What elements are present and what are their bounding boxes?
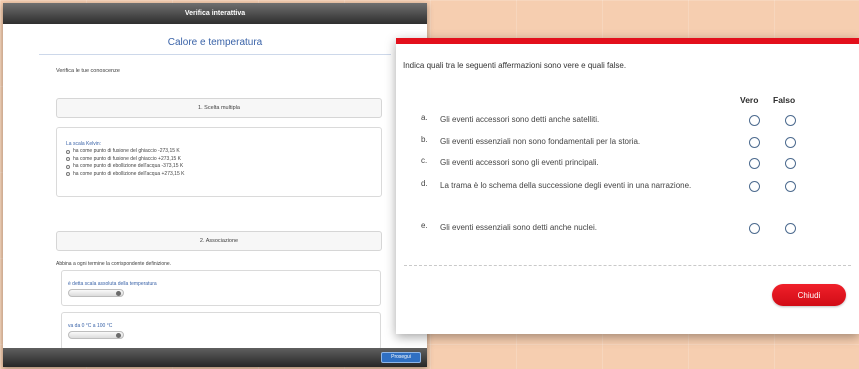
answer-option[interactable]: ha come punto di ebollizione dell'acqua … (66, 171, 381, 179)
true-radio[interactable] (749, 115, 760, 126)
continue-button[interactable]: Prosegui (381, 352, 421, 363)
answer-option[interactable]: ha come punto di fusione del ghiaccio -2… (66, 148, 381, 156)
radio-icon (66, 149, 70, 154)
dialog-accent-bar (396, 38, 859, 44)
statement-text: La trama è lo schema della successione d… (440, 181, 692, 190)
answer-option[interactable]: ha come punto di ebollizione dell'acqua … (66, 163, 381, 171)
true-false-dialog: Indica quali tra le seguenti affermazion… (396, 38, 859, 334)
quiz-window: Verifica interattiva Calore e temperatur… (3, 3, 427, 367)
section-header-association: 2. Associazione (56, 231, 382, 251)
intro-text: Verifica le tue conoscenze (56, 68, 120, 74)
statement-letter: b. (421, 135, 428, 144)
association-item: è detta scala assoluta della temperatura (61, 270, 381, 306)
radio-icon (66, 172, 70, 177)
definition-dropdown[interactable] (68, 289, 124, 297)
page-title: Calore e temperatura (167, 37, 263, 48)
false-radio[interactable] (785, 181, 796, 192)
question-text: La scala Kelvin: (66, 141, 102, 147)
column-header-false: Falso (773, 95, 796, 105)
statement-text: Gli eventi essenziali sono detti anche n… (440, 223, 597, 232)
statement-letter: a. (421, 113, 428, 122)
definition-dropdown[interactable] (68, 331, 124, 339)
close-button[interactable]: Chiudi (772, 284, 846, 306)
false-radio[interactable] (785, 158, 796, 169)
true-radio[interactable] (749, 223, 760, 234)
statement-letter: c. (421, 156, 428, 165)
true-radio[interactable] (749, 158, 760, 169)
true-radio[interactable] (749, 181, 760, 192)
bottom-toolbar: Prosegui (3, 348, 427, 367)
statement-letter: e. (421, 221, 428, 230)
statement-letter: d. (421, 179, 428, 188)
window-titlebar: Verifica interattiva (3, 3, 427, 24)
association-term: è detta scala assoluta della temperatura (68, 281, 157, 287)
answer-option[interactable]: ha come punto di fusione del ghiaccio +2… (66, 156, 381, 164)
statement-text: Gli eventi accessori sono gli eventi pri… (440, 158, 599, 167)
association-term: va da 0 °C a 100 °C (68, 323, 113, 329)
column-header-true: Vero (740, 95, 759, 105)
dialog-divider (404, 265, 851, 266)
false-radio[interactable] (785, 137, 796, 148)
false-radio[interactable] (785, 223, 796, 234)
statement-text: Gli eventi essenziali non sono fondament… (440, 137, 641, 146)
association-item: va da 0 °C a 100 °C (61, 312, 381, 350)
false-radio[interactable] (785, 115, 796, 126)
radio-icon (66, 157, 70, 162)
dialog-instruction: Indica quali tra le seguenti affermazion… (403, 61, 627, 70)
multiple-choice-question: La scala Kelvin: ha come punto di fusion… (56, 127, 382, 197)
radio-icon (66, 164, 70, 169)
statement-text: Gli eventi accessori sono detti anche sa… (440, 115, 600, 124)
true-radio[interactable] (749, 137, 760, 148)
section-header-multiple-choice: 1. Scelta multipla (56, 98, 382, 118)
association-instruction: Abbina a ogni termine la corrispondente … (56, 261, 172, 267)
title-divider (39, 54, 391, 55)
